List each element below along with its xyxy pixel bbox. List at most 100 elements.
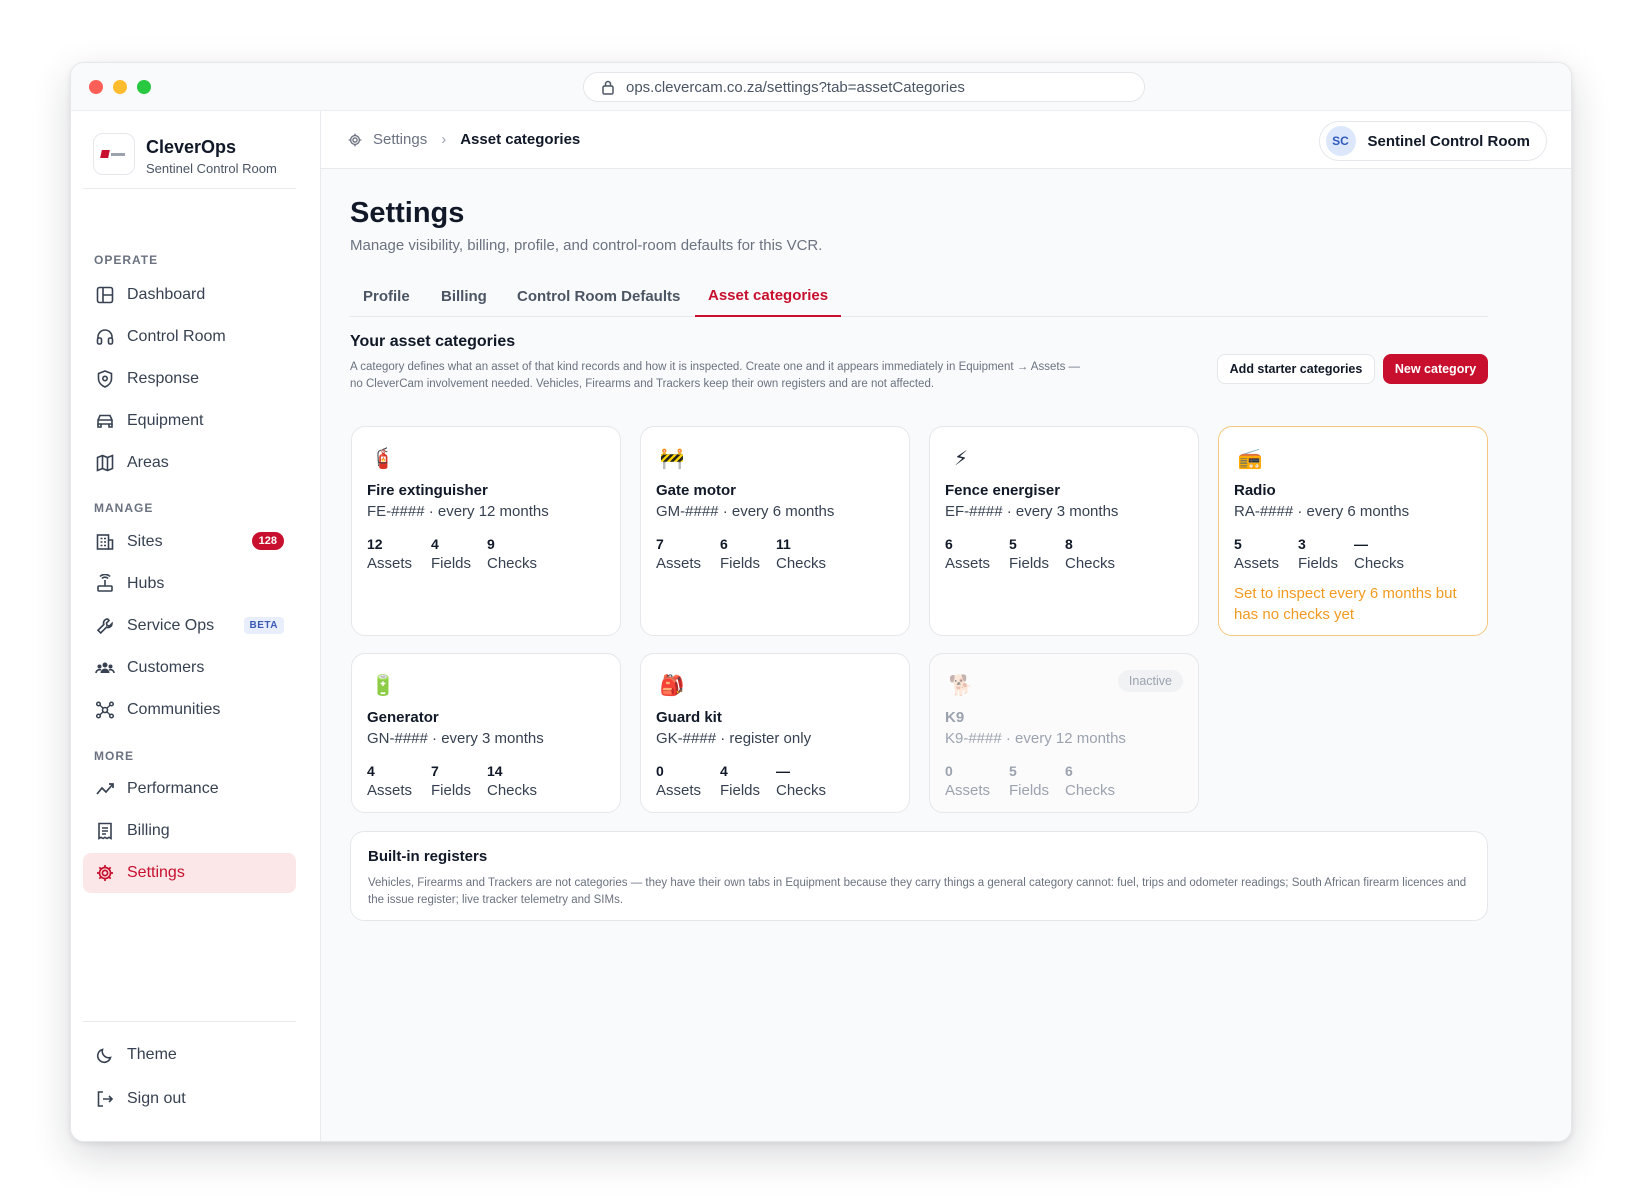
checks-label: Checks <box>776 782 827 799</box>
sidebar-item-hubs[interactable]: Hubs <box>83 564 296 604</box>
sidebar-item-customers[interactable]: Customers <box>83 648 296 688</box>
sidebar-item-service-ops[interactable]: Service Ops BETA <box>83 606 296 646</box>
sidebar-item-theme[interactable]: Theme <box>83 1035 296 1075</box>
fields-label: Fields <box>720 555 761 572</box>
fields-stat: 6 Fields <box>720 535 760 575</box>
sidebar-item-communities[interactable]: Communities <box>83 690 296 730</box>
fire-extinguisher-icon: 🧯 <box>370 447 396 470</box>
checks-stat: — Checks <box>1354 535 1404 575</box>
checks-stat: — Checks <box>776 762 826 802</box>
brand-block[interactable]: CleverOps Sentinel Control Room <box>83 123 296 189</box>
sidebar-item-label: Settings <box>127 864 185 881</box>
checks-stat: 6 Checks <box>1065 762 1115 802</box>
sidebar-item-settings[interactable]: Settings <box>83 853 296 893</box>
sidebar-item-areas[interactable]: Areas <box>83 443 296 483</box>
category-code: K9-#### · every 12 months <box>945 730 1126 747</box>
category-name: Radio <box>1234 482 1276 499</box>
no-checks-warning: Set to inspect every 6 months but has no… <box>1234 585 1457 623</box>
sidebar-item-equipment[interactable]: Equipment <box>83 401 296 441</box>
assets-label: Assets <box>367 782 413 799</box>
sidebar-item-sign-out[interactable]: Sign out <box>83 1079 296 1119</box>
category-card-fence-energiser[interactable]: ⚡ Fence energiser EF-#### · every 3 mont… <box>929 426 1199 636</box>
hub-icon <box>97 574 113 592</box>
category-card-k9[interactable]: 🐕 Inactive K9 K9-#### · every 12 months … <box>929 653 1199 813</box>
checks-count: 14 <box>487 763 503 779</box>
receipt-icon <box>98 822 112 840</box>
assets-count: 7 <box>656 536 664 552</box>
new-category-button[interactable]: New category <box>1383 354 1488 384</box>
tab-asset-categories[interactable]: Asset categories <box>695 275 842 317</box>
fields-count: 4 <box>720 763 728 779</box>
fields-label: Fields <box>1009 555 1050 572</box>
assets-stat: 7 Assets <box>656 535 701 575</box>
checks-count: 11 <box>776 536 791 552</box>
sidebar-item-billing[interactable]: Billing <box>83 811 296 851</box>
brand-org: Sentinel Control Room <box>146 161 277 176</box>
add-starter-categories-button[interactable]: Add starter categories <box>1217 354 1375 384</box>
user-menu-button[interactable]: SC Sentinel Control Room <box>1318 121 1547 161</box>
sidebar-item-response[interactable]: Response <box>83 359 296 399</box>
sign-out-icon <box>97 1091 114 1107</box>
category-code: EF-#### · every 3 months <box>945 503 1119 520</box>
fields-stat: 5 Fields <box>1009 762 1049 802</box>
checks-label: Checks <box>1354 555 1405 572</box>
sidebar-item-label: Customers <box>127 659 205 676</box>
category-card-radio[interactable]: 📻 Radio RA-#### · every 6 months 5 Assets… <box>1218 426 1488 636</box>
lock-icon <box>602 80 614 95</box>
sidebar-item-label: Billing <box>127 822 170 839</box>
checks-label: Checks <box>487 555 538 572</box>
assets-count: 0 <box>656 763 664 779</box>
sidebar-item-label: Hubs <box>127 575 165 592</box>
assets-label: Assets <box>656 555 702 572</box>
registers-description: Vehicles, Firearms and Trackers are not … <box>368 877 1467 906</box>
breadcrumb-current: Asset categories <box>460 131 581 148</box>
sidebar-item-label: Sites <box>127 533 163 550</box>
registers-title: Built-in registers <box>368 848 488 865</box>
radio-icon: 📻 <box>1237 447 1263 470</box>
chevron-right-icon: › <box>441 131 447 148</box>
sidebar-item-performance[interactable]: Performance <box>83 769 296 809</box>
category-card-fire-extinguisher[interactable]: 🧯 Fire extinguisher FE-#### · every 12 m… <box>351 426 621 636</box>
network-icon <box>95 701 115 719</box>
assets-stat: 12 Assets <box>367 535 412 575</box>
breadcrumb-settings-link[interactable]: Settings <box>373 131 427 148</box>
url-text: ops.clevercam.co.za/settings?tab=assetCa… <box>626 78 965 96</box>
sidebar-item-label: Response <box>127 370 200 387</box>
fields-stat: 3 Fields <box>1298 535 1338 575</box>
category-card-guard-kit[interactable]: 🎒 Guard kit GK-#### · register only 0 Ass… <box>640 653 910 813</box>
gear-icon <box>348 133 362 146</box>
wrench-icon <box>96 618 113 635</box>
sidebar-item-dashboard[interactable]: Dashboard <box>83 275 296 315</box>
trend-icon <box>96 783 114 795</box>
assets-stat: 6 Assets <box>945 535 990 575</box>
tab-profile[interactable]: Profile <box>350 275 423 317</box>
category-card-generator[interactable]: 🔋 Generator GN-#### · every 3 months 4 As… <box>351 653 621 813</box>
fields-stat: 4 Fields <box>431 535 471 575</box>
checks-stat: 11 Checks <box>776 535 826 575</box>
sidebar-item-label: Dashboard <box>127 286 206 303</box>
section-label-manage: MANAGE <box>94 501 154 515</box>
category-card-gate-motor[interactable]: 🚧 Gate motor GM-#### · every 6 months 7 A… <box>640 426 910 636</box>
checks-stat: 8 Checks <box>1065 535 1115 575</box>
category-code: FE-#### · every 12 months <box>367 503 549 520</box>
settings-tabs: Profile Billing Control Room Defaults As… <box>350 275 1488 317</box>
fields-stat: 7 Fields <box>431 762 471 802</box>
topbar: Settings › Asset categories SC Sentinel … <box>321 111 1571 169</box>
minimize-window-button[interactable] <box>113 80 127 94</box>
maximize-window-button[interactable] <box>137 80 151 94</box>
sidebar-item-control-room[interactable]: Control Room <box>83 317 296 357</box>
assets-label: Assets <box>367 555 413 572</box>
sidebar-item-label: Theme <box>127 1046 177 1063</box>
checks-label: Checks <box>1065 782 1116 799</box>
address-bar[interactable]: ops.clevercam.co.za/settings?tab=assetCa… <box>583 72 1145 102</box>
battery-icon: 🔋 <box>370 674 396 697</box>
close-window-button[interactable] <box>89 80 103 94</box>
assets-stat: 5 Assets <box>1234 535 1279 575</box>
tab-control-room-defaults[interactable]: Control Room Defaults <box>504 275 693 317</box>
sidebar-item-sites[interactable]: Sites 128 <box>83 522 296 562</box>
assets-count: 0 <box>945 763 953 779</box>
building-icon <box>96 534 114 550</box>
tab-billing[interactable]: Billing <box>428 275 500 317</box>
lightning-icon: ⚡ <box>953 447 969 470</box>
fields-count: 7 <box>431 763 439 779</box>
